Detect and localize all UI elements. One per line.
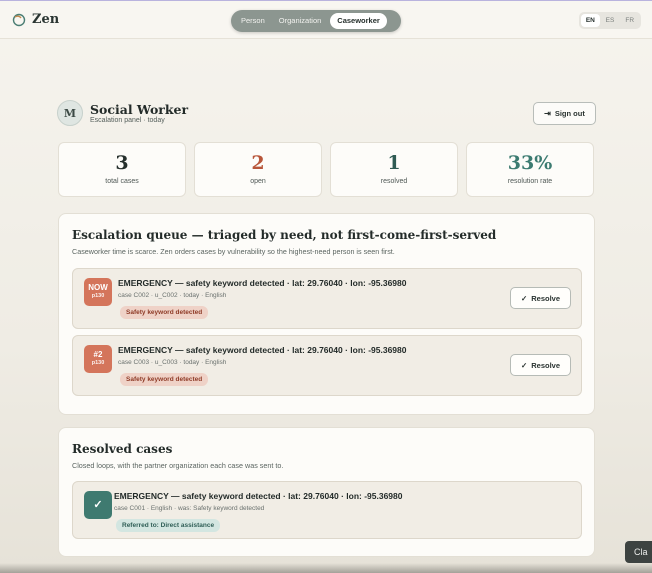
case-meta: case C003 · u_C003 · today · English — [118, 359, 227, 366]
stat-total-cases: 3 total cases — [58, 142, 186, 197]
resolve-button[interactable]: ✓ Resolve — [510, 287, 571, 309]
lang-es[interactable]: ES — [601, 14, 620, 27]
stat-value: 2 — [251, 152, 265, 174]
sign-out-label: Sign out — [554, 109, 585, 118]
stat-resolved: 1 resolved — [330, 142, 458, 197]
lang-en[interactable]: EN — [581, 14, 600, 27]
window-bottom-edge — [0, 563, 652, 573]
brand-name: Zen — [32, 12, 60, 27]
stat-open: 2 open — [194, 142, 322, 197]
sign-out-button[interactable]: ⇥ Sign out — [533, 102, 596, 125]
case-title: EMERGENCY — safety keyword detected · la… — [118, 278, 407, 288]
case-meta: case C001 · English · was: Safety keywor… — [114, 505, 265, 512]
priority-score: p130 — [91, 293, 105, 299]
resolve-label: Resolve — [531, 293, 561, 303]
page-subtitle: Escalation panel · today — [90, 116, 165, 124]
zen-logo-icon — [12, 13, 26, 26]
case-meta: case C002 · u_C002 · today · English — [118, 292, 227, 299]
flag-tag: Safety keyword detected — [120, 306, 209, 319]
sign-out-icon: ⇥ — [544, 109, 551, 118]
top-bar: Zen Person Organization Caseworker EN ES… — [0, 0, 652, 39]
stat-label: open — [250, 178, 266, 185]
stat-label: resolution rate — [507, 178, 553, 185]
stat-value: 1 — [387, 152, 401, 174]
resolve-button[interactable]: ✓ Resolve — [510, 354, 571, 376]
resolved-check-icon: ✓ — [84, 491, 112, 519]
resolved-item: ✓ EMERGENCY — safety keyword detected · … — [72, 481, 582, 539]
stat-label: resolved — [380, 178, 408, 185]
stat-value: 33% — [507, 152, 553, 174]
resolved-description: Closed loops, with the partner organizat… — [72, 461, 284, 470]
language-switcher: EN ES FR — [579, 12, 641, 29]
lang-fr[interactable]: FR — [620, 14, 639, 27]
referral-tag: Referred to: Direct assistance — [116, 519, 221, 532]
rank-label: #2 — [93, 350, 103, 359]
priority-badge: NOW p130 — [84, 278, 112, 306]
brand[interactable]: Zen — [12, 12, 59, 27]
queue-title: Escalation queue — triaged by need, not … — [72, 228, 497, 242]
stat-resolution-rate: 33% resolution rate — [466, 142, 594, 197]
floating-tooltip[interactable]: Cla — [625, 541, 652, 563]
profile-header: M Social Worker Escalation panel · today — [57, 100, 188, 126]
resolved-cases-card: Resolved cases Closed loops, with the pa… — [58, 427, 595, 557]
escalation-queue-card: Escalation queue — triaged by need, not … — [58, 213, 595, 415]
flag-tag: Safety keyword detected — [120, 373, 209, 386]
case-title: EMERGENCY — safety keyword detected · la… — [114, 491, 403, 501]
stats-row: 3 total cases 2 open 1 resolved 33% reso… — [58, 142, 594, 197]
queue-item: NOW p130 EMERGENCY — safety keyword dete… — [72, 268, 582, 329]
priority-score: p130 — [91, 360, 105, 366]
mode-switcher: Person Organization Caseworker — [231, 10, 401, 32]
avatar: M — [57, 100, 83, 126]
tab-caseworker[interactable]: Caseworker — [330, 13, 387, 29]
tab-person[interactable]: Person — [234, 13, 272, 29]
rank-label: NOW — [88, 283, 108, 292]
resolved-title: Resolved cases — [72, 442, 173, 456]
check-icon: ✓ — [520, 293, 528, 303]
page-title: Social Worker — [90, 101, 189, 117]
queue-description: Caseworker time is scarce. Zen orders ca… — [72, 247, 395, 256]
case-title: EMERGENCY — safety keyword detected · la… — [118, 345, 407, 355]
tab-organization[interactable]: Organization — [272, 13, 329, 29]
priority-badge: #2 p130 — [84, 345, 112, 373]
stat-value: 3 — [115, 152, 129, 174]
queue-item: #2 p130 EMERGENCY — safety keyword detec… — [72, 335, 582, 396]
resolve-label: Resolve — [531, 360, 561, 370]
stat-label: total cases — [105, 178, 139, 185]
check-icon: ✓ — [520, 360, 528, 370]
